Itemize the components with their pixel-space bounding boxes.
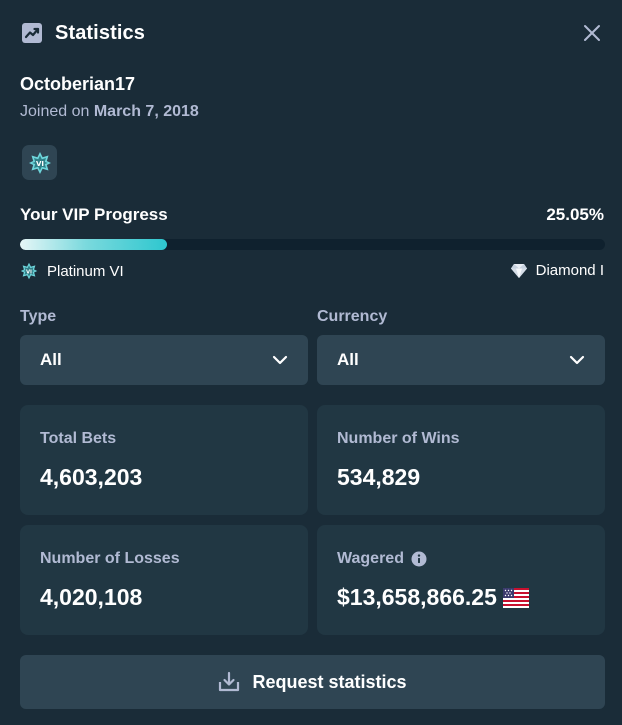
- next-rank-label: Diamond I: [535, 262, 604, 279]
- wagered-value-row: $13,658,866.25: [337, 584, 529, 611]
- svg-text:VI: VI: [26, 269, 32, 275]
- currency-select[interactable]: All: [317, 335, 605, 385]
- request-statistics-label: Request statistics: [252, 671, 407, 692]
- losses-label: Number of Losses: [40, 550, 180, 567]
- request-statistics-button[interactable]: Request statistics: [20, 655, 605, 709]
- wagered-card: Wagered $13,658,866.25: [317, 525, 605, 635]
- currency-select-value: All: [337, 350, 359, 369]
- vip-progress-label: Your VIP Progress: [20, 205, 168, 224]
- modal-title: Statistics: [55, 21, 145, 44]
- wagered-label-row: Wagered: [337, 550, 427, 568]
- line-chart-icon: [20, 21, 44, 45]
- download-icon: [218, 671, 240, 693]
- username: Octoberian17: [20, 74, 136, 94]
- joined-prefix: Joined on: [20, 103, 90, 120]
- currency-label: Currency: [317, 308, 388, 325]
- wins-card: Number of Wins 534,829: [317, 405, 605, 515]
- type-label: Type: [20, 308, 57, 325]
- total-bets-label: Total Bets: [40, 430, 117, 447]
- vip-star-badge-icon: VI: [22, 145, 57, 180]
- modal-header: Statistics: [20, 19, 604, 47]
- svg-text:VI: VI: [35, 160, 43, 168]
- joined-date: March 7, 2018: [93, 103, 199, 120]
- wins-label: Number of Wins: [337, 430, 460, 447]
- losses-value: 4,020,108: [40, 584, 143, 610]
- type-select[interactable]: All: [20, 335, 308, 385]
- chevron-down-icon: [569, 355, 585, 365]
- next-rank: Diamond I: [510, 262, 604, 279]
- vip-progress-fill: [20, 239, 167, 250]
- current-rank-label: Platinum VI: [47, 262, 124, 280]
- wins-value: 534,829: [337, 464, 421, 490]
- wagered-label: Wagered: [337, 550, 404, 567]
- losses-card: Number of Losses 4,020,108: [20, 525, 308, 635]
- wagered-value: $13,658,866.25: [337, 584, 497, 610]
- us-flag-icon: [502, 587, 529, 608]
- platinum-star-icon: VI: [20, 262, 38, 280]
- vip-progress-bar: [20, 239, 605, 250]
- diamond-icon: [510, 263, 528, 279]
- close-icon[interactable]: [580, 21, 604, 45]
- total-bets-card: Total Bets 4,603,203: [20, 405, 308, 515]
- chevron-down-icon: [272, 355, 288, 365]
- joined-info: Joined on March 7, 2018: [20, 103, 199, 121]
- total-bets-value: 4,603,203: [40, 464, 143, 490]
- info-icon[interactable]: [411, 551, 427, 567]
- current-rank: VI Platinum VI: [20, 262, 124, 280]
- type-select-value: All: [40, 350, 62, 369]
- vip-progress-value: 25.05%: [546, 205, 604, 224]
